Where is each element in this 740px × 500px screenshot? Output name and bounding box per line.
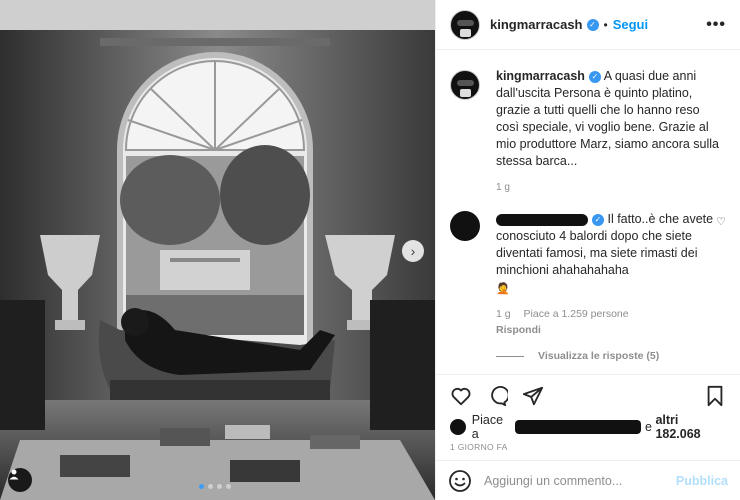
caption-text: A quasi due anni dall'uscita Persona è q…	[496, 69, 720, 168]
bookmark-icon[interactable]	[704, 385, 726, 407]
verified-badge-icon: ✓	[592, 213, 604, 226]
header-separator: •	[603, 17, 608, 32]
view-replies-button[interactable]: Visualizza le risposte (5)	[496, 350, 726, 362]
caption-username[interactable]: kingmarracash	[496, 69, 585, 83]
carousel-indicator	[199, 484, 231, 489]
comment-input[interactable]	[484, 473, 676, 488]
next-slide-button[interactable]: ›	[402, 240, 424, 262]
caption-avatar[interactable]	[450, 70, 480, 100]
comment-meta: 1 g Piace a 1.259 persone Rispondi	[496, 308, 726, 336]
reply-button[interactable]: Rispondi	[496, 324, 716, 336]
post-date[interactable]: 1 GIORNO FA	[436, 438, 740, 460]
commenter-avatar[interactable]	[450, 211, 480, 241]
likes-suffix: e	[645, 420, 652, 434]
post-sidebar: kingmarracash ✓ • Segui ••• kingmarracas…	[435, 0, 740, 500]
share-icon[interactable]	[522, 385, 544, 407]
comment-item: ✓ Il fatto..è che avete conosciuto 4 bal…	[450, 211, 726, 298]
caption-text-block: kingmarracash ✓ A quasi due anni dall'usc…	[496, 68, 724, 170]
follow-button[interactable]: Segui	[613, 17, 648, 32]
action-bar	[436, 374, 740, 416]
view-replies-label: Visualizza le risposte (5)	[538, 350, 660, 362]
likes-summary[interactable]: Piace a e altri 182.068	[436, 413, 740, 441]
author-username[interactable]: kingmarracash	[490, 17, 583, 32]
verified-badge-icon: ✓	[588, 70, 601, 83]
photo-image	[0, 0, 435, 500]
tagged-users-button[interactable]	[8, 468, 32, 492]
post-photo[interactable]: ›	[0, 0, 435, 500]
likes-prefix: Piace a	[471, 413, 504, 441]
tag-user-icon	[9, 469, 19, 480]
add-comment-bar: Pubblica	[436, 460, 740, 500]
carousel-dot	[208, 484, 213, 489]
author-avatar[interactable]	[450, 9, 480, 40]
comment-time[interactable]: 1 g	[496, 308, 511, 320]
carousel-dot	[199, 484, 204, 489]
post-caption: kingmarracash ✓ A quasi due anni dall'usc…	[450, 68, 726, 170]
likes-count[interactable]: altri 182.068	[655, 413, 726, 441]
liker-avatar	[450, 419, 466, 435]
caption-time[interactable]: 1 g	[496, 182, 726, 193]
post-header: kingmarracash ✓ • Segui •••	[436, 0, 740, 50]
replies-divider	[496, 355, 524, 357]
post-modal: › kingmarracash ✓ • Segui ••• kingmarrac…	[0, 0, 740, 500]
redacted-liker-name	[514, 420, 641, 434]
comment-emoji: 🤦	[496, 283, 510, 295]
carousel-dot	[217, 484, 222, 489]
comment-text-block: ✓ Il fatto..è che avete conosciuto 4 bal…	[496, 211, 714, 298]
comment-icon[interactable]	[486, 385, 508, 407]
comment-likes[interactable]: Piace a 1.259 persone	[524, 308, 629, 320]
comment-like-heart-icon[interactable]: ♡	[716, 215, 726, 228]
redacted-username	[496, 213, 588, 226]
emoji-icon[interactable]	[448, 469, 472, 493]
chevron-right-icon: ›	[410, 243, 416, 259]
comments-area[interactable]: kingmarracash ✓ A quasi due anni dall'usc…	[436, 50, 740, 374]
heart-icon[interactable]	[450, 385, 472, 407]
more-options-icon[interactable]: •••	[706, 16, 726, 34]
verified-badge-icon: ✓	[586, 18, 599, 31]
carousel-dot	[226, 484, 231, 489]
publish-button[interactable]: Pubblica	[676, 474, 728, 488]
